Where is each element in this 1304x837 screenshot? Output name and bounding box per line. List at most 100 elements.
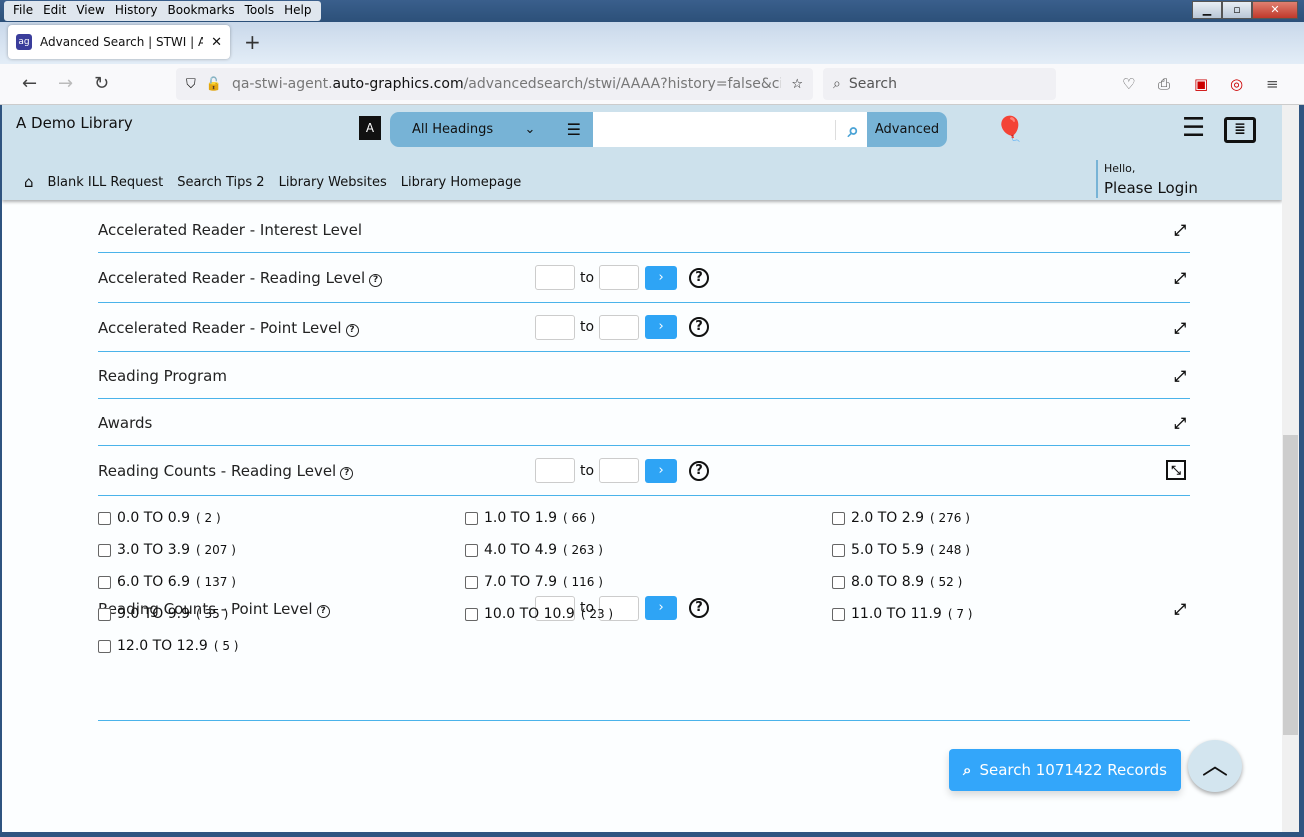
checkbox[interactable] (98, 511, 111, 525)
expand-icon[interactable]: ⤢ (1174, 269, 1186, 287)
menu-history[interactable]: History (110, 1, 163, 21)
checkbox[interactable] (832, 607, 845, 621)
menu-view[interactable]: View (71, 1, 109, 21)
facet-label[interactable]: Awards (98, 414, 152, 432)
maximize-button[interactable]: ▫ (1222, 1, 1252, 19)
expand-icon[interactable]: ⤢ (1174, 221, 1186, 239)
insecure-lock-icon[interactable]: 🔓 (206, 77, 222, 92)
level-checkbox-item[interactable]: 6.0 TO 6.9 ( 137 ) (98, 574, 236, 590)
expand-icon[interactable]: ⤢ (1174, 319, 1186, 337)
menu-tools[interactable]: Tools (240, 1, 280, 21)
menu-help[interactable]: Help (279, 1, 316, 21)
search-input[interactable]: ⌕ (593, 112, 867, 147)
search-icon[interactable]: ⌕ (848, 118, 859, 142)
help-circle-icon[interactable]: ? (689, 267, 710, 288)
help-circle-icon[interactable]: ? (689, 317, 710, 337)
checkbox[interactable] (465, 607, 478, 621)
menu-bookmarks[interactable]: Bookmarks (163, 1, 240, 21)
checkbox[interactable] (98, 639, 111, 653)
checkbox[interactable] (832, 543, 845, 557)
scroll-to-top-button[interactable]: ︿ (1188, 740, 1242, 792)
level-checkbox-item[interactable]: 10.0 TO 10.9 ( 23 ) (465, 606, 613, 622)
checkbox[interactable] (465, 543, 478, 557)
bookmark-star-icon[interactable]: ☆ (791, 77, 803, 92)
reload-icon[interactable]: ↻ (94, 73, 109, 94)
range-to-input[interactable] (599, 458, 640, 483)
level-checkbox-item[interactable]: 2.0 TO 2.9 ( 276 ) (832, 510, 970, 526)
help-icon[interactable]: ? (369, 274, 383, 287)
facet-label[interactable]: Accelerated Reader - Reading Level? (98, 269, 383, 287)
facet-label[interactable]: Accelerated Reader - Interest Level (98, 221, 362, 239)
range-go-button[interactable]: › (645, 265, 678, 290)
browser-tab[interactable]: ag Advanced Search | STWI | AAAA ✕ (8, 25, 230, 59)
range-from-input[interactable] (535, 458, 575, 483)
help-circle-icon[interactable]: ? (689, 460, 710, 481)
close-window-button[interactable]: ✕ (1252, 1, 1298, 19)
shield-icon[interactable]: ⛉ (186, 77, 196, 92)
pocket-icon[interactable]: ♡ (1122, 75, 1135, 93)
help-circle-icon[interactable]: ? (689, 598, 710, 618)
level-checkbox-item[interactable]: 8.0 TO 8.9 ( 52 ) (832, 574, 962, 590)
collapse-icon[interactable]: ⤡ (1166, 460, 1186, 480)
numbered-list-icon[interactable]: ☰ (1182, 113, 1205, 143)
nav-link[interactable]: Blank ILL Request (48, 175, 164, 190)
expand-icon[interactable]: ⤢ (1174, 600, 1186, 618)
extension-search-icon[interactable]: ◎ (1230, 75, 1243, 93)
login-area[interactable]: Hello, Please Login (1096, 160, 1198, 198)
close-tab-icon[interactable]: ✕ (211, 35, 222, 50)
level-checkbox-item[interactable]: 5.0 TO 5.9 ( 248 ) (832, 542, 970, 558)
range-to-input[interactable] (599, 314, 640, 340)
range-from-input[interactable] (535, 265, 575, 290)
checkbox[interactable] (832, 575, 845, 589)
range-go-button[interactable]: › (645, 315, 678, 339)
level-checkbox-item[interactable]: 3.0 TO 3.9 ( 207 ) (98, 542, 236, 558)
facet-label[interactable]: Reading Counts - Reading Level? (98, 462, 354, 480)
browser-search-input[interactable]: ⌕ Search (823, 68, 1056, 100)
facet-label[interactable]: Accelerated Reader - Point Level? (98, 319, 359, 337)
nav-link[interactable]: Library Websites (279, 175, 387, 190)
help-icon[interactable]: ? (316, 604, 330, 618)
level-checkbox-item[interactable]: 4.0 TO 4.9 ( 263 ) (465, 542, 603, 558)
checkbox[interactable] (465, 575, 478, 589)
facet-label[interactable]: Reading Program (98, 367, 227, 385)
range-go-button[interactable]: › (645, 458, 678, 483)
hot-air-balloon-icon[interactable]: 🎈 (995, 115, 1025, 143)
help-icon[interactable]: ? (345, 323, 359, 337)
level-checkbox-item[interactable]: 7.0 TO 7.9 ( 116 ) (465, 574, 603, 590)
forward-icon[interactable]: → (58, 73, 73, 94)
menu-edit[interactable]: Edit (38, 1, 71, 21)
level-checkbox-item[interactable]: 11.0 TO 11.9 ( 7 ) (832, 606, 972, 622)
level-checkbox-item[interactable]: 1.0 TO 1.9 ( 66 ) (465, 510, 595, 526)
login-link[interactable]: Please Login (1104, 179, 1198, 197)
range-from-input[interactable] (535, 314, 575, 340)
level-checkbox-item[interactable]: 0.0 TO 0.9 ( 2 ) (98, 510, 221, 526)
expand-icon[interactable]: ⤢ (1174, 367, 1186, 385)
print-icon[interactable]: ⎙ (1158, 75, 1170, 93)
checkbox[interactable] (98, 575, 111, 589)
checkbox[interactable] (832, 511, 845, 525)
database-icon[interactable]: ☰ (567, 120, 581, 139)
checkbox[interactable] (465, 511, 478, 525)
new-tab-button[interactable]: + (244, 30, 261, 54)
range-to-input[interactable] (599, 265, 640, 290)
home-icon[interactable]: ⌂ (24, 173, 34, 191)
language-icon[interactable]: A (359, 116, 381, 140)
heading-select[interactable]: All Headings ⌄ ☰ (390, 112, 593, 147)
scrollbar-thumb[interactable] (1283, 435, 1298, 735)
list-view-icon[interactable]: ≣ (1224, 117, 1256, 143)
level-checkbox-item[interactable]: 12.0 TO 12.9 ( 5 ) (98, 638, 238, 654)
advanced-button[interactable]: Advanced (867, 112, 947, 147)
hamburger-menu-icon[interactable]: ≡ (1266, 75, 1279, 93)
extension-icon[interactable]: ▣ (1194, 75, 1208, 93)
expand-icon[interactable]: ⤢ (1174, 414, 1186, 432)
checkbox[interactable] (98, 607, 111, 621)
level-checkbox-item[interactable]: 9.0 TO 9.9 ( 35 ) (98, 606, 228, 622)
checkbox[interactable] (98, 543, 111, 557)
range-go-button[interactable]: › (645, 596, 678, 620)
nav-link[interactable]: Library Homepage (401, 175, 521, 190)
help-icon[interactable]: ? (340, 467, 354, 480)
url-bar[interactable]: ⛉ 🔓 qa-stwi-agent.auto-graphics.com/adva… (176, 68, 813, 100)
minimize-button[interactable]: ▁ (1192, 1, 1222, 19)
search-records-button[interactable]: ⌕ Search 1071422 Records (949, 749, 1181, 791)
back-icon[interactable]: ← (22, 73, 37, 94)
